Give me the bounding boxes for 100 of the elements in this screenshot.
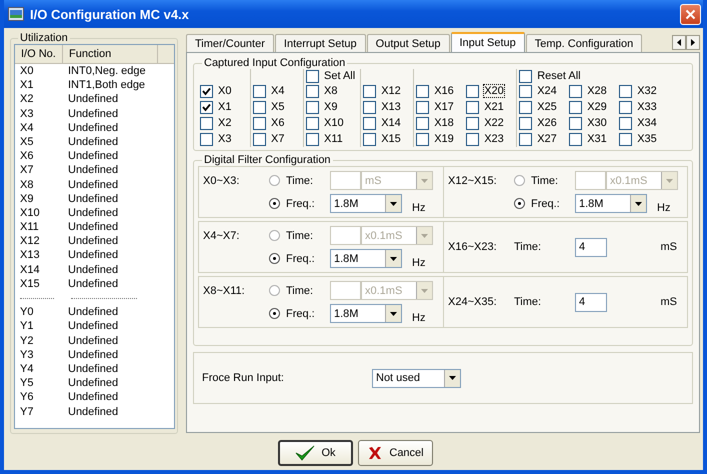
checkbox-label[interactable]: X1	[217, 100, 232, 114]
checkbox[interactable]	[363, 100, 376, 114]
checkbox-label[interactable]: Set All	[323, 69, 356, 83]
checkbox-label[interactable]: X26	[536, 116, 558, 130]
checkbox[interactable]	[619, 132, 632, 146]
checkbox[interactable]	[253, 132, 266, 146]
checkbox-label[interactable]: X18	[433, 116, 455, 130]
checkbox-label[interactable]: X6	[270, 116, 286, 130]
checkbox[interactable]	[466, 100, 480, 114]
radio-button[interactable]	[269, 230, 280, 241]
checkbox-label[interactable]: X22	[483, 116, 505, 130]
checkbox-label[interactable]: X31	[586, 132, 608, 146]
checkbox[interactable]	[466, 132, 480, 146]
checkbox[interactable]	[416, 100, 430, 114]
checkbox[interactable]	[200, 116, 213, 130]
checkbox[interactable]	[619, 84, 632, 98]
column-header[interactable]: I/O No.	[15, 45, 63, 63]
checkbox-label[interactable]: X7	[270, 132, 286, 146]
tab[interactable]: Input Setup	[450, 32, 525, 52]
checkbox[interactable]	[416, 132, 430, 146]
radio-label[interactable]: Time:	[286, 230, 330, 242]
checkbox[interactable]	[306, 116, 319, 130]
radio-label[interactable]: Freq.:	[286, 308, 330, 320]
radio-label[interactable]: Freq.:	[286, 252, 330, 264]
checkbox-label[interactable]: X10	[323, 116, 345, 130]
frequency-dropdown[interactable]: 1.8M	[330, 304, 402, 323]
checkbox-label[interactable]: X28	[586, 84, 608, 98]
radio-label[interactable]: Time:	[286, 174, 330, 186]
tab[interactable]: Output Setup	[366, 34, 450, 52]
frequency-dropdown[interactable]: 1.8M	[575, 194, 647, 213]
checkbox[interactable]	[569, 132, 582, 146]
radio-button[interactable]	[269, 198, 280, 209]
checkbox-label[interactable]: X4	[270, 84, 286, 98]
time-input[interactable]	[330, 171, 361, 190]
checkbox[interactable]	[363, 116, 376, 130]
time-input[interactable]	[575, 171, 606, 190]
checkbox[interactable]	[253, 84, 266, 98]
time-input[interactable]	[330, 281, 361, 300]
checkbox[interactable]	[519, 70, 532, 82]
checkbox-label[interactable]: X13	[380, 100, 402, 114]
checkbox[interactable]	[569, 100, 582, 114]
checkbox-label[interactable]: X2	[217, 116, 232, 130]
checkbox-label[interactable]: X23	[483, 132, 505, 146]
checkbox-label[interactable]: X17	[433, 100, 455, 114]
radio-button[interactable]	[269, 253, 280, 264]
time-input[interactable]	[330, 226, 361, 245]
checkbox-label[interactable]: X24	[536, 84, 558, 98]
scroll-left-button[interactable]	[672, 35, 686, 50]
checkbox-label[interactable]: X19	[433, 132, 455, 146]
checkbox-label[interactable]: X12	[380, 84, 402, 98]
tab[interactable]: Timer/Counter	[186, 34, 274, 52]
checkbox-label[interactable]: X15	[380, 132, 402, 146]
checkbox[interactable]	[253, 116, 266, 130]
radio-label[interactable]: Time:	[286, 284, 330, 296]
checkbox[interactable]	[363, 84, 376, 98]
checkbox[interactable]	[200, 84, 213, 98]
radio-label[interactable]: Time:	[531, 174, 575, 186]
radio-button[interactable]	[269, 285, 280, 296]
tab[interactable]: Temp. Configuration	[526, 34, 642, 52]
radio-label[interactable]: Freq.:	[286, 198, 330, 210]
checkbox[interactable]	[363, 132, 376, 146]
time-input[interactable]: 4	[575, 238, 607, 256]
checkbox-label[interactable]: X33	[636, 100, 658, 114]
checkbox-label[interactable]: X0	[217, 84, 232, 98]
force-run-dropdown[interactable]: Not used	[372, 368, 461, 388]
checkbox-label[interactable]: X5	[270, 100, 286, 114]
checkbox[interactable]	[416, 84, 430, 98]
checkbox-label[interactable]: X21	[483, 100, 505, 114]
checkbox[interactable]	[200, 132, 213, 146]
checkbox-label[interactable]: X16	[433, 84, 455, 98]
radio-button[interactable]	[269, 175, 280, 186]
checkbox-label[interactable]: X9	[323, 100, 338, 114]
scroll-right-button[interactable]	[686, 35, 700, 50]
checkbox-label[interactable]: X14	[380, 116, 402, 130]
checkbox[interactable]	[253, 100, 266, 114]
checkbox[interactable]	[306, 70, 319, 82]
frequency-dropdown[interactable]: 1.8M	[330, 249, 402, 268]
checkbox[interactable]	[569, 84, 582, 98]
close-button[interactable]	[680, 4, 701, 24]
checkbox[interactable]	[619, 100, 632, 114]
checkbox[interactable]	[519, 100, 532, 114]
checkbox[interactable]	[519, 116, 532, 130]
column-header[interactable]: Function	[63, 45, 158, 63]
frequency-dropdown[interactable]: 1.8M	[330, 194, 402, 213]
checkbox[interactable]	[200, 100, 213, 114]
time-input[interactable]: 4	[575, 292, 607, 312]
checkbox-label[interactable]: X8	[323, 84, 338, 98]
checkbox-label[interactable]: X34	[636, 116, 658, 130]
checkbox[interactable]	[466, 84, 480, 98]
radio-button[interactable]	[269, 308, 280, 319]
checkbox[interactable]	[619, 116, 632, 130]
radio-button[interactable]	[514, 198, 525, 209]
checkbox[interactable]	[519, 84, 532, 98]
checkbox-label[interactable]: X11	[323, 132, 344, 146]
checkbox-label[interactable]: X29	[586, 100, 608, 114]
checkbox[interactable]	[569, 116, 582, 130]
checkbox[interactable]	[466, 116, 480, 130]
radio-label[interactable]: Freq.:	[531, 198, 575, 210]
checkbox[interactable]	[416, 116, 430, 130]
checkbox-label[interactable]: X27	[536, 132, 558, 146]
